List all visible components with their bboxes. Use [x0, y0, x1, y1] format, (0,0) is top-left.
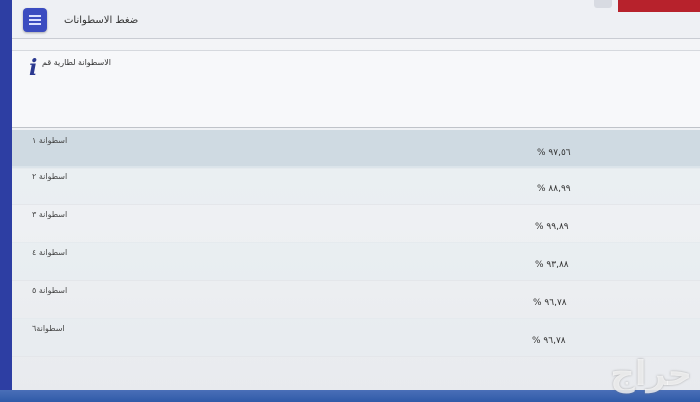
header-bar: ضغط الاسطوانات: [12, 0, 700, 39]
info-icon: i: [29, 55, 38, 81]
cylinder-row: اسطوانة ٥ % ٩٦,٧٨: [12, 280, 700, 319]
page-title: ضغط الاسطوانات: [64, 15, 139, 26]
cylinder-row: اسطوانة ٢ % ٨٨,٩٩: [12, 166, 700, 205]
cylinder-value: % ٩٧,٥٦: [537, 148, 571, 158]
cylinder-label: اسطوانة ١: [32, 136, 68, 145]
cylinder-row: اسطوانة ١ % ٩٧,٥٦: [12, 130, 700, 169]
cylinder-label: اسطوانة ٢: [32, 172, 68, 181]
cylinder-value: % ٩٦,٧٨: [533, 298, 567, 308]
taskbar: [0, 390, 700, 402]
cylinder-row: اسطوانة ٣ % ٩٩,٨٩: [12, 204, 700, 243]
watermark-logo: حراج: [610, 354, 692, 394]
info-panel: i الاسطوانة لطارية قم: [12, 50, 700, 128]
info-text: الاسطوانة لطارية قم: [42, 58, 111, 67]
close-button[interactable]: [618, 0, 700, 12]
cylinder-label: اسطوانة ٤: [32, 248, 68, 257]
diagnostic-screen: ضغط الاسطوانات i الاسطوانة لطارية قم اسط…: [0, 0, 700, 402]
cylinder-value: % ٨٨,٩٩: [537, 184, 571, 194]
cylinder-label: اسطوانة ٥: [32, 286, 68, 295]
cylinder-value: % ٩٩,٨٩: [535, 222, 569, 232]
cylinder-value: % ٩٦,٧٨: [532, 336, 566, 346]
cylinder-label: اسطوانة ٣: [32, 210, 68, 219]
cylinder-value: % ٩٣,٨٨: [535, 260, 569, 270]
menu-icon[interactable]: [23, 8, 47, 32]
cylinder-row: اسطوانة ٤ % ٩٣,٨٨: [12, 242, 700, 281]
cylinder-label: اسطوانة٦: [32, 324, 65, 333]
scroll-handle[interactable]: [594, 0, 612, 8]
window-left-edge: [0, 0, 12, 402]
cylinder-row: اسطوانة٦ % ٩٦,٧٨: [12, 318, 700, 357]
